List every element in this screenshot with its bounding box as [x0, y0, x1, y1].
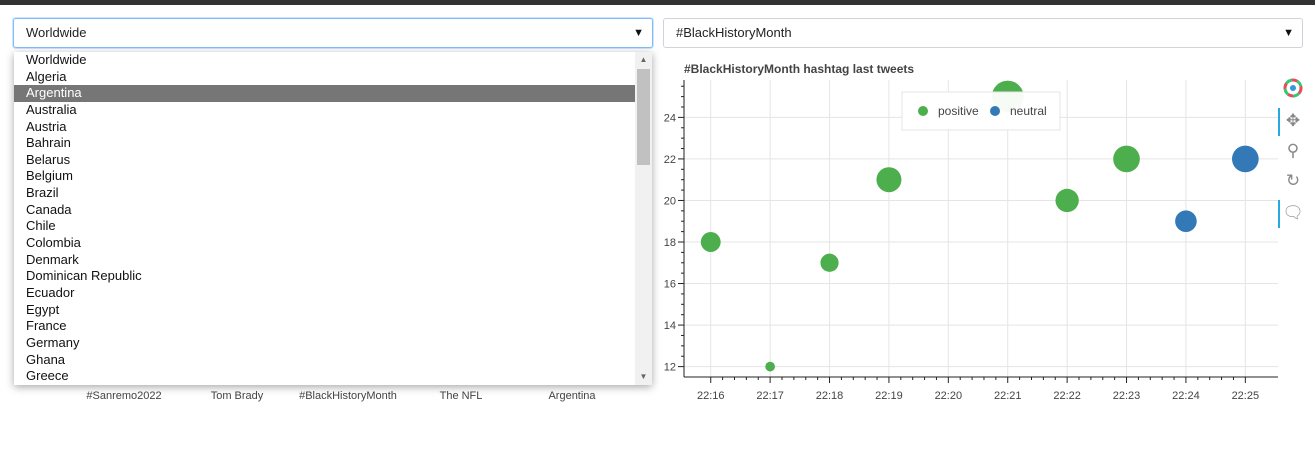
data-point-positive[interactable]	[1055, 188, 1079, 213]
data-point-positive[interactable]	[1113, 145, 1140, 173]
x-tick-label: 22:23	[1113, 390, 1141, 402]
dropdown-option[interactable]: Worldwide	[14, 52, 635, 69]
x-tick-label: 22:25	[1232, 390, 1260, 402]
plot-toolbar: ✥ ⚲ ↻ 🗨	[1276, 78, 1310, 238]
y-tick-label: 16	[664, 279, 676, 291]
y-tick-label: 12	[664, 362, 676, 374]
chevron-down-icon: ▼	[1283, 27, 1294, 39]
pan-icon[interactable]: ✥	[1278, 108, 1306, 136]
legend-label-neutral: neutral	[1010, 104, 1047, 118]
x-tick-label: 22:22	[1053, 390, 1081, 402]
y-tick-label: 14	[664, 320, 676, 332]
dropdown-option[interactable]: Dominican Republic	[14, 268, 635, 285]
data-point-positive[interactable]	[876, 167, 902, 193]
dropdown-option[interactable]: Bahrain	[14, 135, 635, 152]
data-point-positive[interactable]	[765, 361, 775, 372]
reset-icon[interactable]: ↻	[1280, 168, 1306, 194]
data-point-positive[interactable]	[820, 253, 839, 272]
data-point-neutral[interactable]	[1175, 210, 1197, 233]
trend-label: Argentina	[548, 390, 596, 402]
y-tick-label: 22	[664, 154, 676, 166]
x-tick-label: 22:16	[697, 390, 725, 402]
dropdown-option[interactable]: Algeria	[14, 69, 635, 86]
dropdown-option[interactable]: Denmark	[14, 252, 635, 269]
legend-label-positive: positive	[938, 104, 979, 118]
scroll-up-icon[interactable]: ▲	[635, 52, 652, 68]
y-tick-label: 18	[664, 237, 676, 249]
top-bar	[0, 0, 1315, 5]
trend-label: #BlackHistoryMonth	[299, 390, 397, 402]
scrollbar-thumb[interactable]	[637, 69, 650, 165]
legend: positive neutral	[901, 91, 1061, 131]
dropdown-option[interactable]: Egypt	[14, 302, 635, 319]
bokeh-logo-icon[interactable]	[1280, 78, 1306, 104]
hashtag-select-value: #BlackHistoryMonth	[676, 25, 792, 40]
trend-label: Tom Brady	[210, 390, 264, 402]
x-tick-label: 22:21	[994, 390, 1022, 402]
dropdown-option[interactable]: Canada	[14, 202, 635, 219]
hashtag-select[interactable]: #BlackHistoryMonth ▼	[663, 18, 1303, 48]
dropdown-option[interactable]: Austria	[14, 119, 635, 136]
dropdown-option[interactable]: Ecuador	[14, 285, 635, 302]
dropdown-scrollbar[interactable]: ▲ ▼	[635, 52, 652, 385]
x-tick-label: 22:24	[1172, 390, 1200, 402]
x-tick-label: 22:19	[875, 390, 903, 402]
hover-icon[interactable]: 🗨	[1278, 200, 1306, 228]
data-point-neutral[interactable]	[1231, 145, 1259, 173]
y-tick-label: 20	[664, 195, 676, 207]
legend-marker-neutral	[990, 106, 1000, 116]
dropdown-option[interactable]: Belgium	[14, 168, 635, 185]
y-tick-label: 24	[664, 112, 676, 124]
location-dropdown-list[interactable]: Worldwide Algeria Argentina Australia Austri…	[14, 52, 652, 385]
dropdown-option[interactable]: Brazil	[14, 185, 635, 202]
x-tick-label: 22:18	[816, 390, 844, 402]
location-select[interactable]: Worldwide ▼	[13, 18, 653, 48]
x-tick-label: 22:20	[935, 390, 963, 402]
dropdown-option[interactable]: Chile	[14, 218, 635, 235]
dropdown-option[interactable]: Greece	[14, 368, 635, 385]
trend-label: #Sanremo2022	[86, 390, 162, 402]
trend-label: The NFL	[439, 390, 483, 402]
dropdown-option[interactable]: Germany	[14, 335, 635, 352]
chevron-down-icon: ▼	[633, 27, 644, 39]
sentiment-scatter-plot[interactable]: 22:16 22:17 22:18 22:19 22:20 22:21 22:22 22:23…	[640, 70, 1280, 410]
dropdown-option[interactable]: Belarus	[14, 152, 635, 169]
x-tick-label: 22:17	[756, 390, 784, 402]
box-zoom-icon[interactable]: ⚲	[1280, 138, 1306, 164]
dropdown-option[interactable]: Ghana	[14, 352, 635, 369]
dropdown-option[interactable]: Australia	[14, 102, 635, 119]
location-select-value: Worldwide	[26, 25, 87, 40]
scroll-down-icon[interactable]: ▼	[635, 369, 652, 385]
legend-marker-positive	[918, 106, 928, 116]
dropdown-option[interactable]: France	[14, 318, 635, 335]
dropdown-option[interactable]: Colombia	[14, 235, 635, 252]
data-point-positive[interactable]	[700, 232, 721, 252]
dropdown-option[interactable]: Argentina	[14, 85, 635, 102]
trends-axis-labels: #Sanremo2022 Tom Brady #BlackHistoryMont…	[0, 390, 660, 404]
